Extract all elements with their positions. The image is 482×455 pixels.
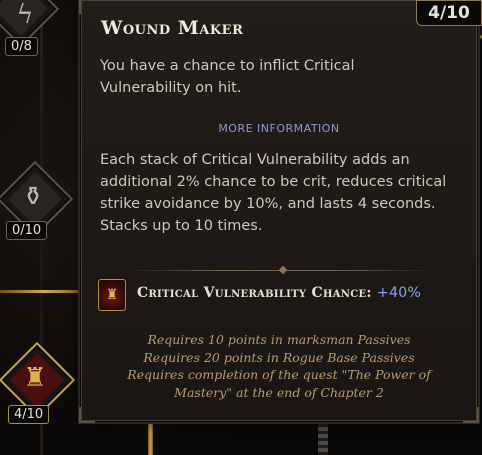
- requirement-line: Requires 10 points in marksman Passives: [147, 332, 411, 347]
- stat-label: Critical Vulnerability Chance:: [137, 285, 372, 301]
- skill-description: You have a chance to inflict Critical Vu…: [100, 58, 355, 96]
- frame-corner: [79, 0, 95, 14]
- stat-line: Critical Vulnerability Chance: +40%: [137, 285, 421, 301]
- node-points-counter-right: 4/10: [416, 0, 482, 26]
- requirements-list: Requires 10 points in marksman Passives …: [82, 331, 476, 401]
- more-information-text: Each stack of Critical Vulnerability add…: [100, 152, 447, 234]
- requirement-line: Requires completion of the quest "The Po…: [127, 367, 431, 382]
- node-points-counter: 4/10: [8, 405, 50, 424]
- potion-icon: ⚱: [22, 182, 44, 212]
- stat-value: +40%: [377, 285, 422, 301]
- requirement-line: Mastery" at the end of Chapter 2: [174, 384, 384, 400]
- more-information-header: MORE INFORMATION: [218, 122, 340, 135]
- divider-ornament: [278, 265, 288, 275]
- frame-corner: [463, 407, 479, 423]
- frame-corner: [79, 407, 95, 423]
- allocated-connector-vertical: [148, 420, 153, 455]
- skill-title: Wound Maker: [101, 17, 244, 39]
- stat-icon: ♜: [98, 279, 126, 311]
- wound-maker-icon: ♜: [23, 363, 47, 393]
- node-points-counter: 0/8: [5, 37, 38, 56]
- lightning-icon: ϟ: [16, 0, 34, 30]
- chain-connector: [318, 420, 328, 455]
- node-points-counter: 0/10: [6, 221, 48, 240]
- allocated-connector: [0, 290, 90, 293]
- skill-tooltip: Wound Maker You have a chance to inflict…: [79, 0, 479, 423]
- requirement-line: Requires 20 points in Rogue Base Passive…: [143, 349, 415, 365]
